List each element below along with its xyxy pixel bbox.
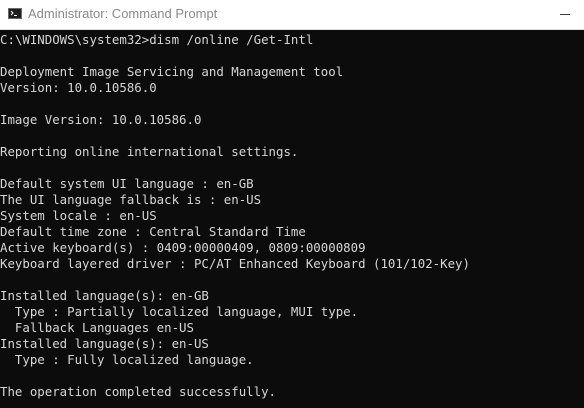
window-controls xyxy=(524,0,584,30)
title-bar[interactable]: Administrator: Command Prompt xyxy=(0,0,584,30)
command-prompt-window: Administrator: Command Prompt C:\WINDOWS… xyxy=(0,0,584,408)
console-line: Image Version: 10.0.10586.0 xyxy=(0,112,202,127)
console-line: System locale : en-US xyxy=(0,208,157,223)
command-prompt-icon[interactable] xyxy=(8,8,22,19)
console-line: Installed language(s): en-US xyxy=(0,336,209,351)
console-line: Default time zone : Central Standard Tim… xyxy=(0,224,306,239)
minimize-button[interactable] xyxy=(548,0,584,30)
console-line: Reporting online international settings. xyxy=(0,144,299,159)
console-line: Deployment Image Servicing and Managemen… xyxy=(0,64,344,79)
console-line: The UI language fallback is : en-US xyxy=(0,192,262,207)
minimize-icon xyxy=(560,14,570,15)
prompt-glyph xyxy=(10,10,17,16)
console-line: Keyboard layered driver : PC/AT Enhanced… xyxy=(0,256,470,271)
console-line: Version: 10.0.10586.0 xyxy=(0,80,157,95)
console-lines: C:\WINDOWS\system32>dism /online /Get-In… xyxy=(0,32,470,400)
window-title: Administrator: Command Prompt xyxy=(28,6,218,21)
console-line: The operation completed successfully. xyxy=(0,384,277,399)
console-line: C:\WINDOWS\system32>dism /online /Get-In… xyxy=(0,32,314,47)
console-line: Installed language(s): en-GB xyxy=(0,288,209,303)
console-line: Active keyboard(s) : 0409:00000409, 0809… xyxy=(0,240,366,255)
console-line: Type : Fully localized language. xyxy=(0,352,254,367)
console-output[interactable]: C:\WINDOWS\system32>dism /online /Get-In… xyxy=(0,30,584,408)
console-line: Default system UI language : en-GB xyxy=(0,176,254,191)
console-line: Type : Partially localized language, MUI… xyxy=(0,304,359,319)
console-line: Fallback Languages en-US xyxy=(0,320,194,335)
